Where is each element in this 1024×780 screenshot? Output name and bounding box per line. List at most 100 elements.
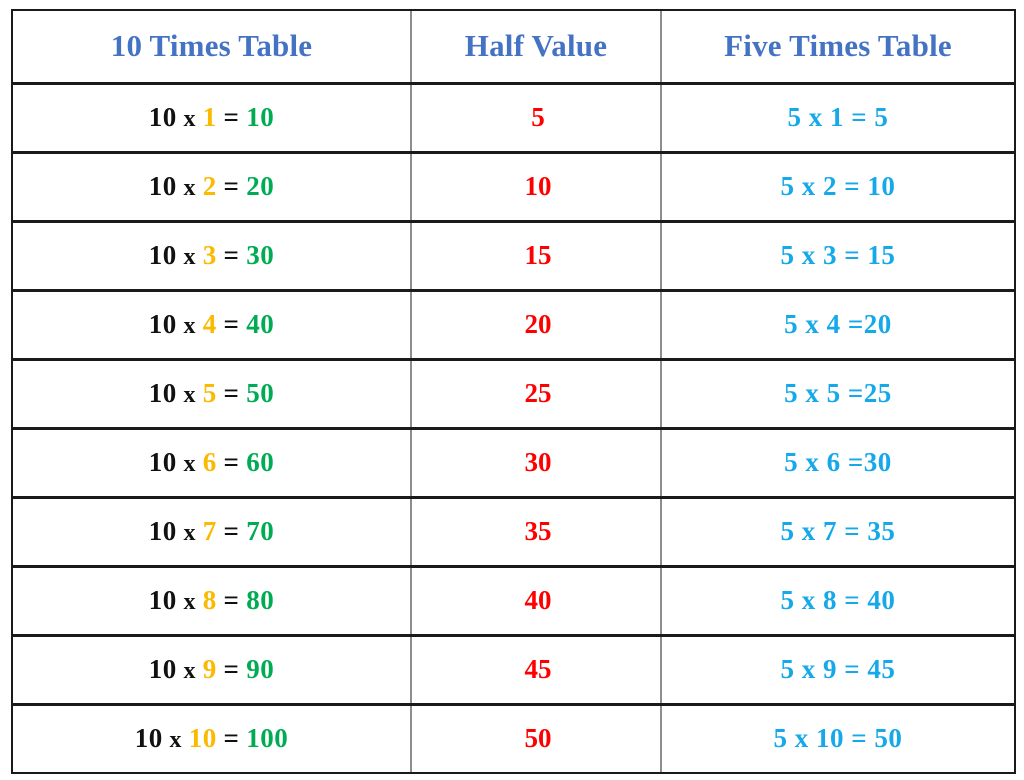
cell-five-times-expression: 5 x 4 =20 [660,290,1016,361]
half-value-text: 50 [524,723,552,754]
product-value: 30 [246,240,275,270]
product-value: 90 [246,654,275,684]
half-value-text: 10 [524,171,552,201]
cell-half-value: 45 [410,635,661,706]
ten-times-expression: 10 x 6 = 60 [149,447,274,477]
half-value-text: 20 [524,309,552,339]
column-header-label: Five Times Table [724,28,952,64]
cell-half-value: 10 [410,152,661,223]
cell-ten-times-expression: 10 x 1 = 10 [11,83,411,154]
equals-operator: = [223,654,240,684]
cell-half-value: 50 [410,704,661,774]
table-row: 10 x 8 = 80 40 5 x 8 = 40 [11,566,1016,637]
table-row: 10 x 7 = 70 35 5 x 7 = 35 [11,497,1016,568]
times-operator: x [183,175,197,201]
product-value: 20 [246,171,275,201]
cell-ten-times-expression: 10 x 8 = 80 [11,566,411,637]
ten-times-expression: 10 x 5 = 50 [149,378,274,408]
cell-ten-times-expression: 10 x 2 = 20 [11,152,411,223]
cell-five-times-expression: 5 x 10 = 50 [660,704,1016,774]
table-row: 10 x 5 = 50 25 5 x 5 =25 [11,359,1016,430]
times-operator: x [169,727,183,754]
cell-ten-times-expression: 10 x 3 = 30 [11,221,411,292]
cell-ten-times-expression: 10 x 4 = 40 [11,290,411,361]
five-times-expression: 5 x 5 =25 [784,378,892,408]
column-header-label: Half Value [464,28,608,64]
five-times-expression: 5 x 6 =30 [784,447,892,477]
times-table-page: 10 Times Table Half Value Five Times Tab… [0,0,1024,780]
five-times-expression: 5 x 8 = 40 [780,585,896,615]
ten-times-expression: 10 x 9 = 90 [149,654,274,684]
operand-a: 10 [148,240,177,270]
cell-half-value: 5 [410,83,661,154]
table-row: 10 x 1 = 10 5 5 x 1 = 5 [11,83,1016,154]
product-value: 100 [246,723,289,754]
equals-operator: = [223,585,240,615]
product-value: 10 [246,102,275,132]
column-header-half-value: Half Value [410,9,661,85]
operand-b: 4 [202,309,217,339]
operand-b: 8 [202,585,217,615]
times-operator: x [183,658,197,684]
cell-ten-times-expression: 10 x 6 = 60 [11,428,411,499]
ten-times-expression: 10 x 1 = 10 [149,102,274,132]
equals-operator: = [223,447,240,477]
half-value-text: 25 [524,378,552,408]
half-value-text: 35 [524,516,552,546]
half-value-text: 45 [524,654,552,684]
times-operator: x [183,382,197,408]
times-operator: x [183,244,197,270]
ten-times-expression: 10 x 4 = 40 [149,309,274,339]
operand-b: 3 [202,240,217,270]
times-operator: x [183,520,197,546]
ten-times-expression: 10 x 10 = 100 [135,723,288,753]
cell-half-value: 30 [410,428,661,499]
times-operator: x [183,451,197,477]
cell-ten-times-expression: 10 x 5 = 50 [11,359,411,430]
five-times-expression: 5 x 3 = 15 [780,240,896,270]
operand-b: 1 [202,102,217,132]
five-times-expression: 5 x 10 = 50 [773,723,903,754]
ten-times-expression: 10 x 2 = 20 [149,171,274,201]
five-times-expression: 5 x 7 = 35 [780,516,896,546]
multiplication-table: 10 Times Table Half Value Five Times Tab… [11,9,1016,774]
ten-times-expression: 10 x 3 = 30 [149,240,274,270]
column-header-five-times-table: Five Times Table [660,9,1016,85]
cell-five-times-expression: 5 x 3 = 15 [660,221,1016,292]
table-head: 10 Times Table Half Value Five Times Tab… [11,9,1016,85]
cell-ten-times-expression: 10 x 7 = 70 [11,497,411,568]
operand-a: 10 [148,447,177,477]
cell-half-value: 15 [410,221,661,292]
table-row: 10 x 4 = 40 20 5 x 4 =20 [11,290,1016,361]
ten-times-expression: 10 x 8 = 80 [149,585,274,615]
product-value: 40 [246,309,275,339]
times-operator: x [183,313,197,339]
cell-ten-times-expression: 10 x 9 = 90 [11,635,411,706]
cell-five-times-expression: 5 x 5 =25 [660,359,1016,430]
cell-five-times-expression: 5 x 6 =30 [660,428,1016,499]
column-header-ten-times-table: 10 Times Table [11,9,411,85]
half-value-text: 40 [524,585,552,615]
table-row: 10 x 6 = 60 30 5 x 6 =30 [11,428,1016,499]
half-value-text: 15 [524,240,552,270]
